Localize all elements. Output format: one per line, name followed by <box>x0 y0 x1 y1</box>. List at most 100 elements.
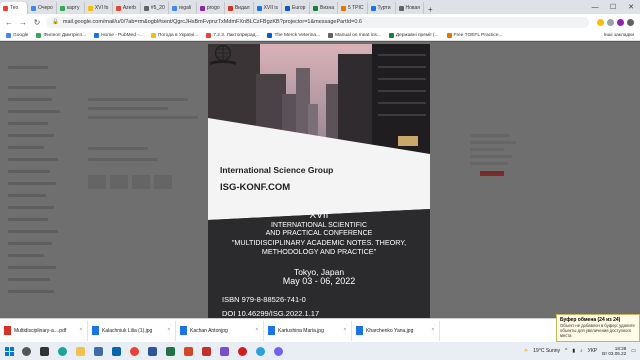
photos-icon[interactable] <box>216 343 232 359</box>
bookmark-label: The Merck Veterina... <box>274 32 321 38</box>
download-filename: Kartushina Maria.jpg <box>278 327 324 334</box>
bookmark-label: 7.2.3. Лактопрерад... <box>213 32 260 38</box>
browser-tab[interactable]: progo <box>197 2 225 14</box>
browser-tab[interactable]: 5 TPIC <box>338 2 368 14</box>
tray-chevron-icon[interactable]: ^ <box>565 348 567 354</box>
bookmark-item[interactable]: Погода в Україні... <box>150 32 199 38</box>
back-icon[interactable]: ← <box>4 18 14 27</box>
windows-start-icon[interactable] <box>0 342 18 360</box>
chevron-up-icon[interactable]: ⌃ <box>343 328 347 334</box>
document-preview[interactable]: International Science Group ISG-KONF.COM… <box>208 44 430 318</box>
browser-tab[interactable]: XVII is <box>254 2 283 14</box>
browser-tab[interactable]: Тео <box>0 2 28 14</box>
bookmark-item[interactable]: Free TOEFL Practice... <box>446 32 503 38</box>
tab-label: Визна <box>320 5 335 11</box>
tab-label: Europ <box>292 5 306 11</box>
tab-favicon-icon <box>370 5 376 11</box>
bookmark-label: Погода в Україні... <box>157 32 199 38</box>
forward-icon[interactable]: → <box>18 18 28 27</box>
url-field[interactable]: 🔒 mail.google.com/mail/u/0/?ab=rm&ogbl#s… <box>46 16 589 28</box>
chrome-icon[interactable] <box>126 343 142 359</box>
menu-icon[interactable] <box>627 18 634 26</box>
network-icon[interactable]: ▮ <box>572 348 575 354</box>
chevron-up-icon[interactable]: ⌃ <box>255 328 259 334</box>
gmail-sidebar <box>0 42 80 318</box>
chevron-up-icon[interactable]: ⌃ <box>167 328 171 334</box>
new-tab-icon[interactable]: + <box>424 5 437 14</box>
bookmark-item[interactable]: The Merck Veterina... <box>267 32 321 38</box>
browser-tab[interactable]: карту <box>57 2 85 14</box>
extension-icon[interactable] <box>607 18 614 26</box>
browser-tab[interactable]: Очеро <box>28 2 57 14</box>
bookmark-item[interactable]: Google <box>6 32 28 38</box>
bookmark-item[interactable]: Державні премії (... <box>388 32 439 38</box>
clipboard-notification[interactable]: Буфер обмена (24 из 24) Объект не добавл… <box>556 314 640 342</box>
bookmark-item[interactable]: Home - PubMed -... <box>94 32 143 38</box>
clock-date: Вт 03.05.22 <box>602 351 627 356</box>
volume-icon[interactable]: ♪ <box>580 348 583 354</box>
chevron-up-icon[interactable]: ⌃ <box>79 328 83 334</box>
language-indicator[interactable]: УКР <box>588 348 597 354</box>
file-icon <box>356 326 363 335</box>
weather-icon[interactable]: ☀ <box>524 348 528 354</box>
pdf-reader-icon[interactable] <box>198 343 214 359</box>
tab-label: Видал <box>234 5 250 11</box>
word-icon[interactable] <box>144 343 160 359</box>
download-item[interactable]: Kartushina Maria.jpg ⌃ <box>264 320 352 341</box>
browser-tab[interactable]: ХVI fo <box>85 2 113 14</box>
mail-icon[interactable] <box>108 343 124 359</box>
browser-tab[interactable]: Europ <box>282 2 311 14</box>
lock-icon: 🔒 <box>52 19 59 25</box>
tab-favicon-icon <box>199 5 205 11</box>
tab-favicon-icon <box>115 5 121 11</box>
store-icon[interactable] <box>90 343 106 359</box>
download-item[interactable]: Kharchenko Yana.jpg ⌃ <box>352 320 440 341</box>
excel-icon[interactable] <box>162 343 178 359</box>
download-item[interactable]: Kachan Antonjpg ⌃ <box>176 320 264 341</box>
browser-tab[interactable]: Турти <box>368 2 396 14</box>
tab-favicon-icon <box>341 5 347 11</box>
bookmark-item[interactable]: 7.2.3. Лактопрерад... <box>206 32 260 38</box>
bookmark-item[interactable]: Manual on meat ins... <box>328 32 381 38</box>
conference-title: "MULTIDISCIPLINARY ACADEMIC NOTES. THEOR… <box>231 238 407 256</box>
tab-favicon-icon <box>87 5 93 11</box>
browser-tab[interactable]: Новая <box>396 2 424 14</box>
telegram-icon[interactable] <box>252 343 268 359</box>
profile-avatar[interactable] <box>617 18 624 26</box>
download-item[interactable]: Multidisciplinary-a....pdf ⌃ <box>0 320 88 341</box>
star-icon[interactable] <box>597 18 604 26</box>
other-bookmarks[interactable]: Інші закладки <box>604 33 640 38</box>
maximize-icon[interactable]: ☐ <box>604 0 622 14</box>
download-item[interactable]: Kalachniuk Lilia (1).jpg ⌃ <box>88 320 176 341</box>
edge-icon[interactable] <box>54 343 70 359</box>
file-icon <box>268 326 275 335</box>
close-icon[interactable]: ✕ <box>622 0 640 14</box>
search-icon[interactable] <box>18 343 34 359</box>
file-explorer-icon[interactable] <box>72 343 88 359</box>
tab-label: progo <box>206 5 220 11</box>
weather-text[interactable]: 19°C Sunny <box>533 348 560 354</box>
tab-label: Тео <box>10 5 19 11</box>
browser-tab[interactable]: Azerb <box>113 2 141 14</box>
chevron-up-icon[interactable]: ⌃ <box>431 328 435 334</box>
browser-tab[interactable]: regali <box>169 2 197 14</box>
viber-icon[interactable] <box>270 343 286 359</box>
clock[interactable]: 18:38 Вт 03.05.22 <box>602 346 626 357</box>
opera-icon[interactable] <box>234 343 250 359</box>
bookmark-item[interactable]: Филеоп Дмитрієп... <box>36 32 86 38</box>
powerpoint-icon[interactable] <box>180 343 196 359</box>
bookmark-favicon-icon <box>328 32 334 38</box>
bookmark-label: Manual on meat ins... <box>335 32 381 38</box>
bookmark-favicon-icon <box>267 32 273 38</box>
browser-tab[interactable]: #5_20 <box>141 2 169 14</box>
notifications-icon[interactable]: ▭ <box>631 348 636 354</box>
reload-icon[interactable]: ↻ <box>32 18 42 27</box>
org-url: ISG-KONF.COM <box>220 182 291 193</box>
browser-tab[interactable]: Визна <box>310 2 339 14</box>
notification-body: Объект не добавлен в буфер: удалите объе… <box>560 323 635 338</box>
minimize-icon[interactable]: — <box>586 0 604 14</box>
browser-tab[interactable]: Видал <box>225 2 254 14</box>
tab-label: #5_20 <box>150 5 165 11</box>
task-view-icon[interactable] <box>36 343 52 359</box>
bookmark-label: Державні премії (... <box>395 32 439 38</box>
